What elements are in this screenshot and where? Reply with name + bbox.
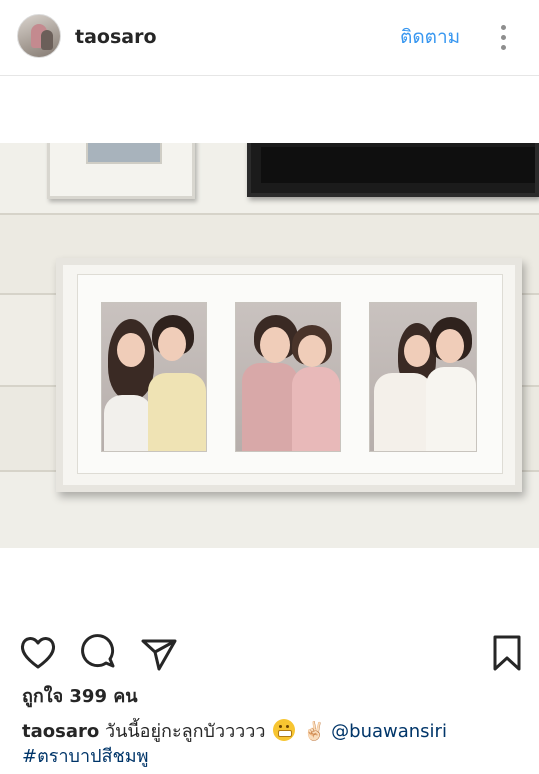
caption-username[interactable]: taosaro: [22, 721, 99, 742]
mention-link[interactable]: @buawansiri: [331, 721, 447, 742]
post-header: taosaro ติดตาม: [0, 0, 539, 76]
black-frame: [247, 143, 539, 197]
likes-count[interactable]: ถูกใจ 399 คน: [22, 685, 138, 709]
caption: taosaro วันนี้อยู่กะลูกบัววววว ✌🏻 @buawa…: [22, 719, 532, 744]
grin-emoji-icon: [273, 719, 296, 741]
bookmark-icon[interactable]: [487, 633, 527, 673]
caption-text: วันนี้อยู่กะลูกบัววววว: [104, 721, 266, 742]
avatar[interactable]: [17, 14, 61, 58]
more-vertical-icon[interactable]: [494, 23, 514, 53]
post-photo[interactable]: [0, 143, 539, 548]
hashtag-link[interactable]: #ตราบาปสีชมพู: [22, 745, 148, 769]
small-frame: [47, 143, 195, 199]
action-bar: [0, 628, 539, 678]
comment-icon[interactable]: [79, 633, 119, 673]
frame-mat: [77, 274, 503, 474]
framed-photo-3: [369, 302, 477, 452]
follow-button[interactable]: ติดตาม: [400, 25, 460, 49]
send-icon[interactable]: [139, 633, 179, 673]
username[interactable]: taosaro: [75, 25, 157, 49]
framed-photo-1: [101, 302, 207, 452]
heart-icon[interactable]: [18, 633, 58, 673]
avatar-figure-secondary: [41, 30, 53, 50]
peace-emoji-icon: ✌🏻: [302, 721, 326, 742]
triple-photo-frame: [56, 258, 522, 492]
framed-photo-2: [235, 302, 341, 452]
